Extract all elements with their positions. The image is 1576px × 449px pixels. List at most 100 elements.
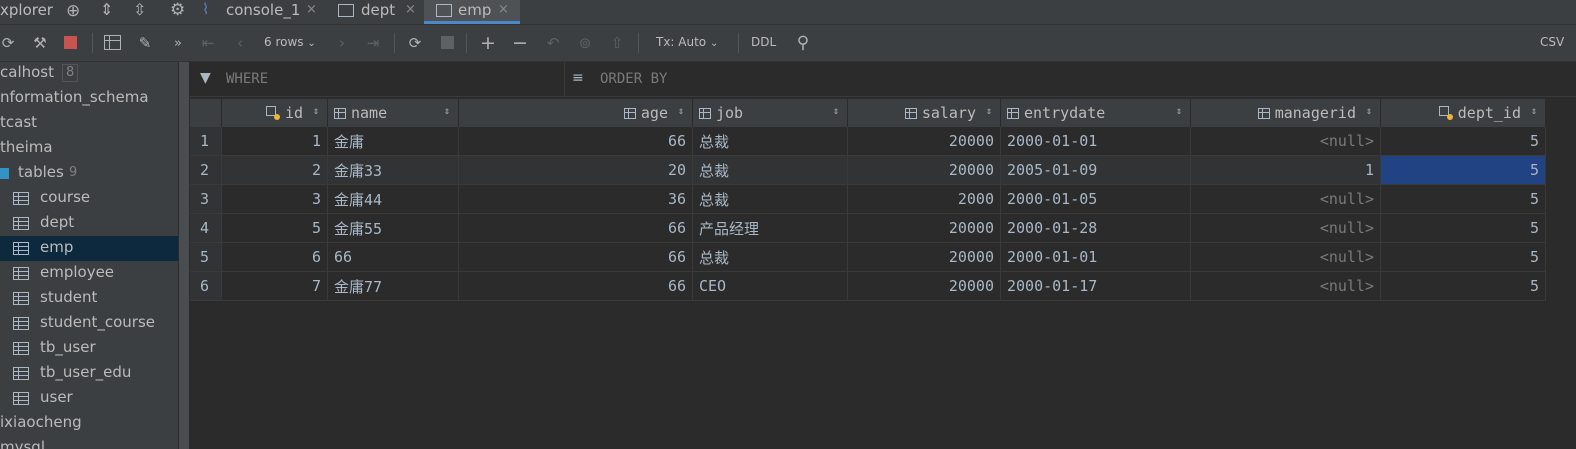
row-number[interactable]: 2: [190, 155, 222, 185]
order-by-input[interactable]: ORDER BY: [600, 71, 667, 87]
reload-icon[interactable]: ⟳: [404, 25, 426, 61]
column-header-dept-id[interactable]: dept_id ⇕: [1380, 99, 1546, 127]
stop-icon[interactable]: [64, 36, 77, 49]
cell-age[interactable]: 36: [458, 184, 693, 214]
column-header-age[interactable]: age ⇕: [458, 99, 693, 127]
revert-icon[interactable]: ↶: [542, 25, 564, 61]
sort-toggle-icon[interactable]: ⇕: [833, 106, 839, 117]
ddl-button[interactable]: DDL: [751, 35, 776, 49]
where-filter-input[interactable]: WHERE: [226, 71, 268, 87]
cell-id[interactable]: 2: [221, 155, 328, 185]
cell-name[interactable]: 金庸33: [327, 155, 459, 185]
cell-id[interactable]: 6: [221, 242, 328, 272]
sidebar-item-nformation-schema[interactable]: nformation_schema: [0, 86, 178, 111]
cell-managerid[interactable]: <null>: [1190, 184, 1381, 214]
cell-salary[interactable]: 2000: [847, 184, 1001, 214]
column-header-managerid[interactable]: managerid ⇕: [1190, 99, 1381, 127]
cell-job[interactable]: 总裁: [692, 127, 848, 156]
column-header-salary[interactable]: salary ⇕: [847, 99, 1001, 127]
sidebar-item-mysql[interactable]: mysql: [0, 436, 178, 449]
more-icon[interactable]: »: [168, 25, 188, 61]
cell-managerid[interactable]: <null>: [1190, 213, 1381, 243]
sort-toggle-icon[interactable]: ⇕: [1176, 106, 1182, 117]
cell-job[interactable]: 总裁: [692, 184, 848, 214]
cancel-query-icon[interactable]: [441, 36, 454, 49]
cell-entrydate[interactable]: 2005-01-09: [1000, 155, 1191, 185]
gear-icon[interactable]: ⚙: [170, 0, 185, 20]
cell-name[interactable]: 66: [327, 242, 459, 272]
sidebar-item-calhost[interactable]: calhost 8: [0, 62, 178, 86]
expand-all-icon[interactable]: ⇕: [100, 0, 113, 19]
sort-toggle-icon[interactable]: ⇕: [678, 106, 684, 117]
table-row[interactable]: 1 1 金庸 66 总裁 20000 2000-01-01 <null> 5: [190, 127, 1546, 156]
sidebar-item-ixiaocheng[interactable]: ixiaocheng: [0, 411, 178, 436]
tab-dept[interactable]: dept ×: [330, 0, 422, 24]
transaction-mode-dropdown[interactable]: Tx: Auto ⌄: [656, 35, 718, 49]
cell-job[interactable]: 总裁: [692, 155, 848, 185]
cell-salary[interactable]: 20000: [847, 127, 1001, 156]
cell-salary[interactable]: 20000: [847, 271, 1001, 301]
sidebar-item-course[interactable]: course: [0, 186, 178, 211]
csv-export-dropdown[interactable]: CSV: [1540, 35, 1564, 49]
cell-managerid[interactable]: <null>: [1190, 271, 1381, 301]
cell-id[interactable]: 7: [221, 271, 328, 301]
sidebar-item-tb-user[interactable]: tb_user: [0, 336, 178, 361]
cell-name[interactable]: 金庸44: [327, 184, 459, 214]
sidebar-scrollbar[interactable]: [179, 62, 189, 449]
cell-salary[interactable]: 20000: [847, 155, 1001, 185]
preview-changes-icon[interactable]: ⊚: [574, 25, 596, 61]
cell-age[interactable]: 66: [458, 271, 693, 301]
sidebar-item-tables[interactable]: tables 9: [0, 161, 178, 186]
cell-dept-id[interactable]: 5: [1380, 155, 1546, 185]
row-number[interactable]: 6: [190, 271, 222, 301]
sidebar-item-tcast[interactable]: tcast: [0, 111, 178, 136]
cell-job[interactable]: 产品经理: [692, 213, 848, 243]
cell-managerid[interactable]: <null>: [1190, 242, 1381, 272]
cell-name[interactable]: 金庸: [327, 127, 459, 156]
close-icon[interactable]: ×: [306, 2, 317, 17]
explorer-tab-label[interactable]: xplorer: [0, 0, 53, 20]
cell-entrydate[interactable]: 2000-01-01: [1000, 242, 1191, 272]
cell-dept-id[interactable]: 5: [1380, 242, 1546, 272]
tab-console[interactable]: ⌇ console_1 ×: [196, 0, 326, 24]
sort-toggle-icon[interactable]: ⇕: [313, 106, 319, 117]
first-page-icon[interactable]: ⇤: [198, 25, 218, 61]
cell-managerid[interactable]: 1: [1190, 155, 1381, 185]
sidebar-item-tb-user-edu[interactable]: tb_user_edu: [0, 361, 178, 386]
cell-name[interactable]: 金庸55: [327, 213, 459, 243]
close-icon[interactable]: ×: [405, 2, 416, 17]
cell-entrydate[interactable]: 2000-01-17: [1000, 271, 1191, 301]
edit-icon[interactable]: ✎: [134, 25, 156, 61]
sort-toggle-icon[interactable]: ⇕: [1366, 106, 1372, 117]
row-number[interactable]: 1: [190, 127, 222, 156]
cell-age[interactable]: 66: [458, 213, 693, 243]
cell-id[interactable]: 5: [221, 213, 328, 243]
cell-dept-id[interactable]: 5: [1380, 271, 1546, 301]
cell-name[interactable]: 金庸77: [327, 271, 459, 301]
sidebar-item-employee[interactable]: employee: [0, 261, 178, 286]
sidebar-item-theima[interactable]: theima: [0, 136, 178, 161]
table-row[interactable]: 3 3 金庸44 36 总裁 2000 2000-01-05 <null> 5: [190, 184, 1546, 214]
cell-age[interactable]: 66: [458, 127, 693, 156]
table-row[interactable]: 4 5 金庸55 66 产品经理 20000 2000-01-28 <null> 5: [190, 213, 1546, 243]
row-number[interactable]: 3: [190, 184, 222, 214]
table-row[interactable]: 2 2 金庸33 20 总裁 20000 2005-01-09 1 5: [190, 155, 1546, 185]
sort-toggle-icon[interactable]: ⇕: [1531, 106, 1537, 117]
sidebar-item-emp[interactable]: emp: [0, 236, 178, 261]
refresh-icon[interactable]: ⟳: [0, 25, 16, 61]
cell-id[interactable]: 1: [221, 127, 328, 156]
table-row[interactable]: 5 6 66 66 总裁 20000 2000-01-01 <null> 5: [190, 242, 1546, 272]
cell-dept-id[interactable]: 5: [1380, 213, 1546, 243]
cell-managerid[interactable]: <null>: [1190, 127, 1381, 156]
column-header-name[interactable]: name ⇕: [327, 99, 459, 127]
cell-salary[interactable]: 20000: [847, 242, 1001, 272]
column-header-job[interactable]: job ⇕: [692, 99, 848, 127]
sidebar-item-dept[interactable]: dept: [0, 211, 178, 236]
close-icon[interactable]: ×: [498, 2, 509, 17]
column-header-entrydate[interactable]: entrydate ⇕: [1000, 99, 1191, 127]
cell-job[interactable]: 总裁: [692, 242, 848, 272]
table-row[interactable]: 6 7 金庸77 66 CEO 20000 2000-01-17 <null> 5: [190, 271, 1546, 301]
cell-dept-id[interactable]: 5: [1380, 127, 1546, 156]
cell-age[interactable]: 20: [458, 155, 693, 185]
tab-emp[interactable]: emp ×: [424, 0, 520, 24]
